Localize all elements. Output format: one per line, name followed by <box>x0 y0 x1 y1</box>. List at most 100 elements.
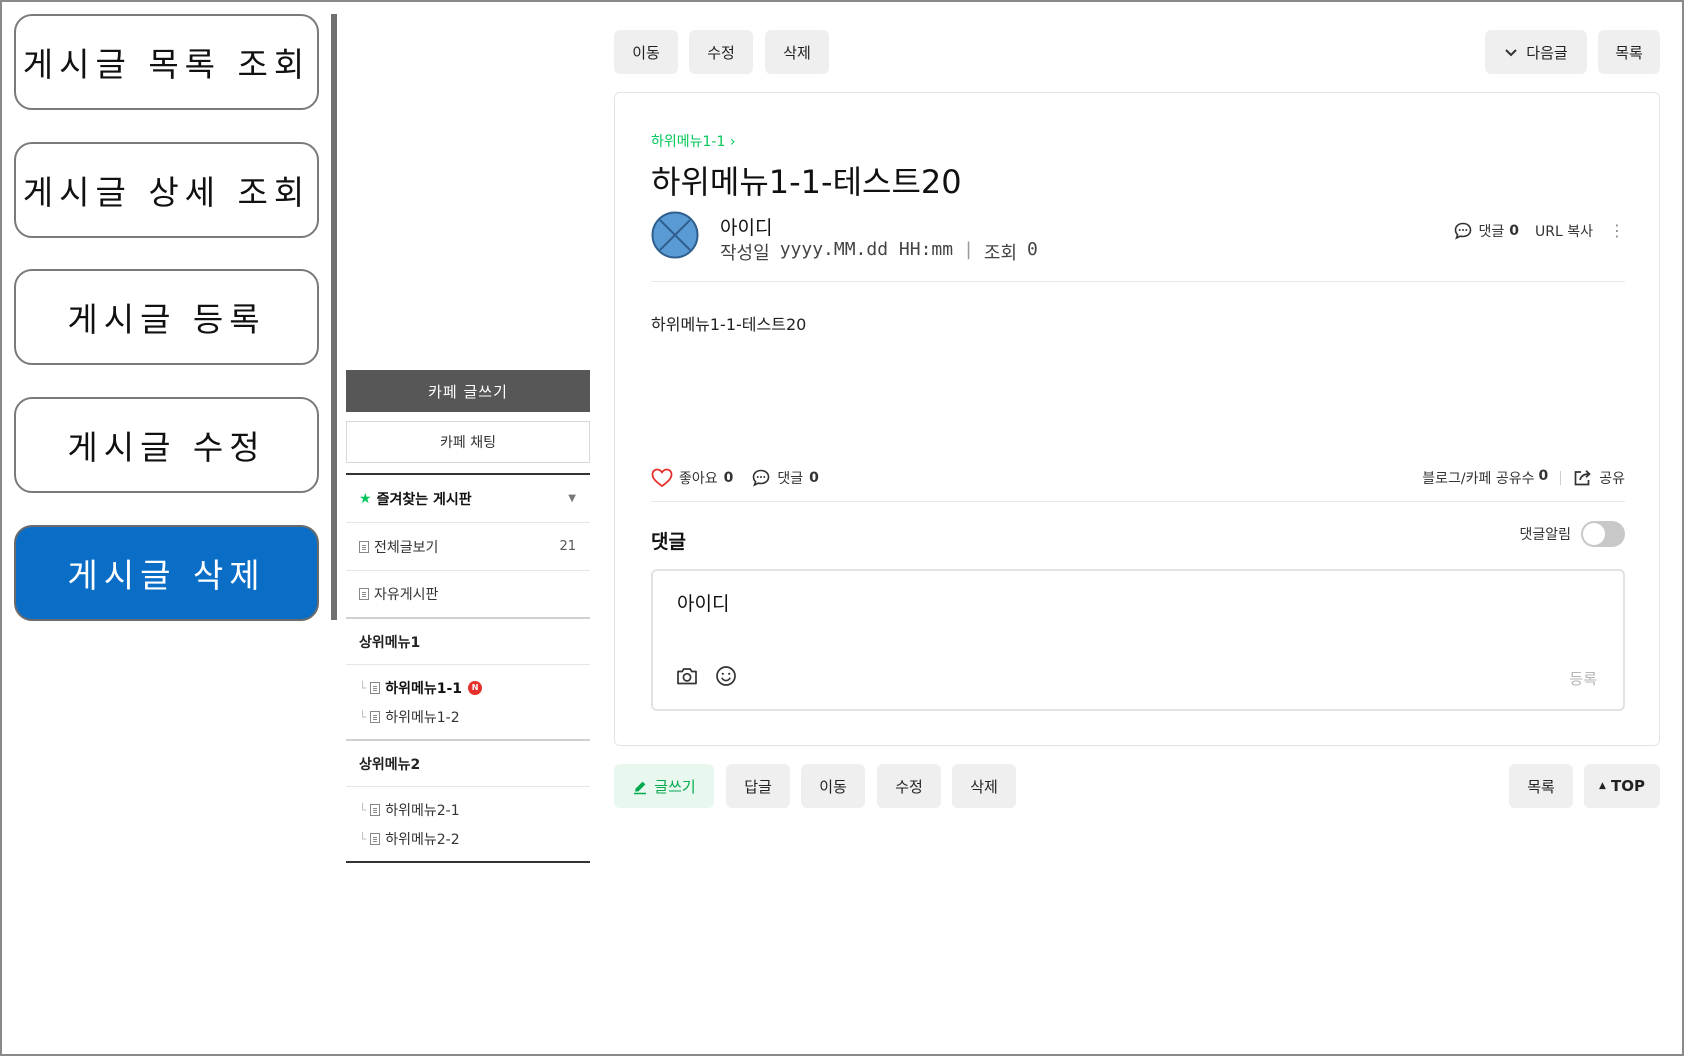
scroll-top-button[interactable]: ▲ TOP <box>1584 764 1660 808</box>
favorites-board-toggle[interactable]: ★ 즐겨찾는 게시판 ▼ <box>346 475 590 523</box>
group-children: └ 하위메뉴2-1 └ 하위메뉴2-2 <box>346 787 590 863</box>
blog-share-label: 블로그/카페 공유수 <box>1422 471 1535 487</box>
nav-post-detail-button[interactable]: 게시글 상세 조회 <box>14 142 319 238</box>
next-post-label: 다음글 <box>1526 43 1568 62</box>
blog-share-count: 블로그/카페 공유수 0 <box>1422 468 1548 488</box>
vertical-divider <box>331 14 337 620</box>
document-icon <box>370 803 381 816</box>
comment-alarm-toggle[interactable] <box>1581 521 1625 547</box>
comment-submit-button[interactable]: 등록 <box>1569 668 1597 689</box>
more-options-icon[interactable]: ⋮ <box>1609 223 1625 239</box>
sidebar-item-free-board[interactable]: 자유게시판 <box>346 571 590 619</box>
camera-icon[interactable] <box>675 665 699 691</box>
like-button[interactable]: 좋아요 0 <box>651 468 733 488</box>
comment-tools <box>675 665 737 691</box>
document-icon <box>370 710 381 723</box>
separator <box>1560 471 1562 485</box>
sub-menu-label: 하위메뉴2-2 <box>385 831 460 848</box>
group-children: └ 하위메뉴1-1 N └ 하위메뉴1-2 <box>346 665 590 741</box>
sidebar-item-sub-1-1[interactable]: └ 하위메뉴1-1 N <box>359 673 590 702</box>
breadcrumb[interactable]: 하위메뉴1-1 › <box>651 131 735 151</box>
date-label: 작성일 <box>720 243 770 264</box>
chevron-right-icon: › <box>729 134 736 150</box>
views-label: 조회 <box>983 243 1018 264</box>
group-header: 상위메뉴2 <box>346 741 590 787</box>
new-badge: N <box>468 680 483 695</box>
triangle-up-icon: ▲ <box>1599 781 1606 791</box>
top-label: TOP <box>1610 777 1645 795</box>
all-posts-count: 21 <box>559 539 576 554</box>
pencil-icon <box>632 777 648 795</box>
favorites-label: 즐겨찾는 게시판 <box>376 491 472 508</box>
tree-branch-icon: └ <box>359 709 367 724</box>
top-move-button[interactable]: 이동 <box>614 30 678 74</box>
chevron-down-icon <box>1504 43 1518 61</box>
share-label: 공유 <box>1599 471 1625 487</box>
top-delete-button[interactable]: 삭제 <box>765 30 829 74</box>
meta-separator: | <box>963 239 974 260</box>
comment-label: 댓글 <box>1478 224 1505 240</box>
comment-label: 댓글 <box>777 471 804 487</box>
all-posts-label: 전체글보기 <box>374 539 439 556</box>
top-list-button[interactable]: 목록 <box>1598 30 1660 74</box>
author-name[interactable]: 아이디 <box>720 213 772 240</box>
blog-share-number: 0 <box>1538 468 1549 484</box>
sidebar-item-all-posts[interactable]: 전체글보기 21 <box>346 523 590 571</box>
comment-writer-name: 아이디 <box>677 593 730 615</box>
reply-button[interactable]: 답글 <box>726 764 790 808</box>
comment-input-box[interactable]: 아이디 등록 <box>651 569 1625 711</box>
document-icon <box>359 588 369 600</box>
like-label: 좋아요 <box>679 471 718 487</box>
cafe-chat-button[interactable]: 카페 채팅 <box>346 421 590 463</box>
nav-create-post-button[interactable]: 게시글 등록 <box>14 269 319 365</box>
caret-down-icon: ▼ <box>568 493 576 504</box>
tree-branch-icon: └ <box>359 831 367 846</box>
nav-delete-post-button[interactable]: 게시글 삭제 <box>14 525 319 621</box>
url-copy-button[interactable]: URL 복사 <box>1535 221 1593 241</box>
sidebar-item-sub-1-2[interactable]: └ 하위메뉴1-2 <box>359 702 590 731</box>
board-menu: ★ 즐겨찾는 게시판 ▼ 전체글보기 21 자유게시판 상위메뉴1 └ 하위메뉴… <box>346 473 590 863</box>
sidebar-item-sub-2-1[interactable]: └ 하위메뉴2-1 <box>359 795 590 824</box>
next-post-button[interactable]: 다음글 <box>1485 30 1587 74</box>
document-icon <box>370 832 381 845</box>
bottom-edit-button[interactable]: 수정 <box>877 764 941 808</box>
cafe-write-button[interactable]: 카페 글쓰기 <box>346 370 590 412</box>
reaction-bar: 좋아요 0 댓글 0 블로그/카페 공유수 0 공유 <box>651 463 1625 493</box>
comment-alarm-label: 댓글알림 <box>1519 527 1571 543</box>
avatar[interactable] <box>651 211 699 259</box>
nav-list-posts-button[interactable]: 게시글 목록 조회 <box>14 14 319 110</box>
article-panel: 하위메뉴1-1 › 하위메뉴1-1-테스트20 아이디 작성일 yyyy.MM.… <box>614 92 1660 746</box>
top-edit-button[interactable]: 수정 <box>689 30 753 74</box>
comment-alarm: 댓글알림 <box>1519 521 1625 547</box>
write-post-button[interactable]: 글쓰기 <box>614 764 714 808</box>
comments-heading: 댓글 <box>651 531 686 553</box>
breadcrumb-label: 하위메뉴1-1 <box>651 134 726 150</box>
tree-branch-icon: └ <box>359 802 367 817</box>
post-tools: 댓글 0 URL 복사 ⋮ <box>1453 221 1625 241</box>
tree-branch-icon: └ <box>359 680 367 695</box>
comment-count: 0 <box>809 470 819 486</box>
group-header: 상위메뉴1 <box>346 619 590 665</box>
free-board-label: 자유게시판 <box>374 587 439 603</box>
share-button[interactable]: 공유 <box>1573 468 1625 488</box>
comment-bubble-icon <box>751 468 771 488</box>
nav-edit-post-button[interactable]: 게시글 수정 <box>14 397 319 493</box>
bottom-move-button[interactable]: 이동 <box>801 764 865 808</box>
page-title: 하위메뉴1-1-테스트20 <box>651 163 962 201</box>
write-label: 글쓰기 <box>654 777 696 796</box>
comment-toggle-button[interactable]: 댓글 0 <box>751 468 819 488</box>
date-value: yyyy.MM.dd HH:mm <box>779 239 954 260</box>
emoji-icon[interactable] <box>715 665 737 691</box>
like-count: 0 <box>723 470 734 486</box>
post-meta: 작성일 yyyy.MM.dd HH:mm | 조회 0 <box>720 239 1038 265</box>
document-icon <box>370 681 381 694</box>
comment-count-link[interactable]: 댓글 0 <box>1453 221 1519 241</box>
sidebar-item-sub-2-2[interactable]: └ 하위메뉴2-2 <box>359 824 590 853</box>
sub-menu-label: 하위메뉴1-2 <box>385 709 460 726</box>
comment-bubble-icon <box>1453 221 1473 241</box>
bottom-delete-button[interactable]: 삭제 <box>952 764 1016 808</box>
comment-count: 0 <box>1509 223 1519 239</box>
heart-icon <box>651 468 673 488</box>
bottom-list-button[interactable]: 목록 <box>1509 764 1573 808</box>
divider <box>651 501 1625 502</box>
